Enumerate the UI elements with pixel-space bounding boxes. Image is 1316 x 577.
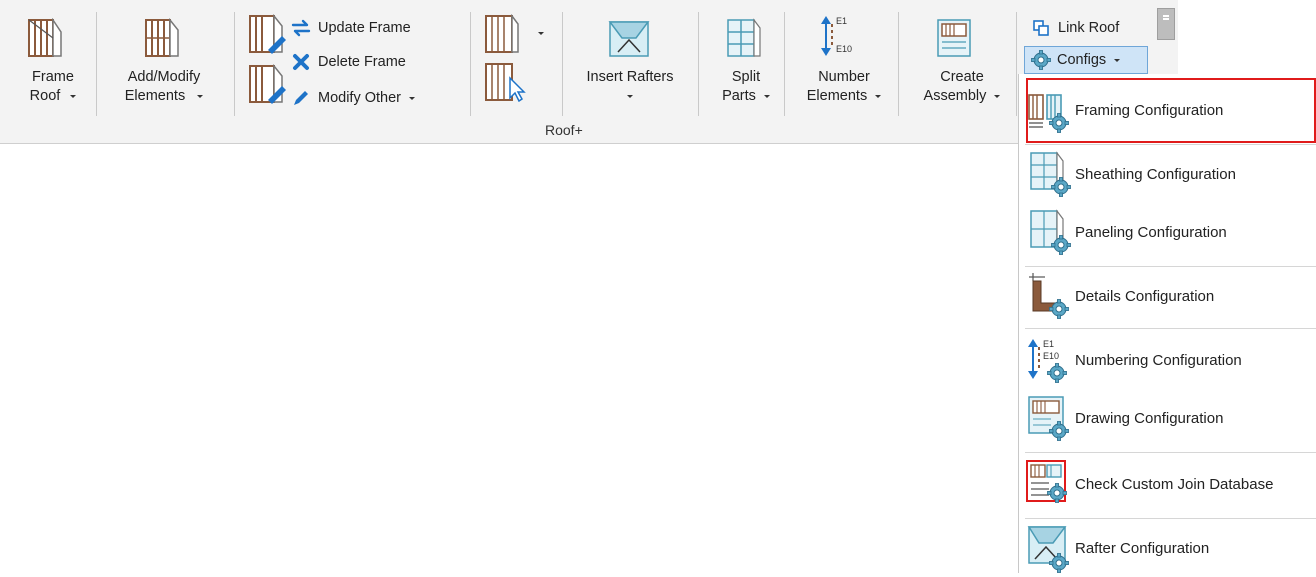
modify-frame-large-icon <box>249 64 286 104</box>
split-parts-label-2: Parts <box>722 88 756 104</box>
sheathing-configuration-label: Sheathing Configuration <box>1075 165 1236 183</box>
separator <box>470 12 471 116</box>
check-custom-join-database-label: Check Custom Join Database <box>1075 475 1274 493</box>
gear-icon <box>1031 50 1051 70</box>
update-frame-label: Update Frame <box>318 20 411 36</box>
ribbon: Frame Roof Add/Modify Elements Update Fr… <box>0 0 1178 144</box>
link-roof-button[interactable]: Link Roof <box>1030 16 1119 40</box>
chevron-down-icon <box>409 96 415 100</box>
chevron-down-icon <box>875 94 882 98</box>
join-database-icon <box>1025 459 1075 509</box>
drawing-config-icon <box>1025 393 1075 443</box>
frame-roof-button[interactable]: Frame Roof <box>18 10 88 120</box>
link-roof-label: Link Roof <box>1058 20 1120 36</box>
menu-separator <box>1025 328 1316 329</box>
number-icon-top: E1 <box>836 16 847 26</box>
drawing-configuration-item[interactable]: Drawing Configuration <box>1025 392 1313 444</box>
delete-frame-label: Delete Frame <box>318 54 406 70</box>
add-modify-label-1: Add/Modify <box>127 69 201 85</box>
insert-rafters-icon <box>608 21 650 57</box>
update-frame-large-icon <box>249 14 286 54</box>
link-roof-icon <box>1030 17 1052 39</box>
insert-rafters-label: Insert Rafters <box>586 69 674 85</box>
create-assembly-label-2: Assembly <box>923 88 987 104</box>
add-modify-elements-icon <box>145 18 179 57</box>
update-frame-button[interactable]: Update Frame <box>290 16 411 40</box>
numbering-config-icon: E1 E10 <box>1025 335 1075 385</box>
configs-label: Configs <box>1057 52 1107 68</box>
split-parts-icon <box>727 18 761 57</box>
separator <box>1016 12 1017 116</box>
numbering-configuration-label: Numbering Configuration <box>1075 351 1242 369</box>
separator <box>784 12 785 116</box>
frame-roof-icon <box>28 18 62 57</box>
insert-rafters-button[interactable]: Insert Rafters <box>572 10 688 120</box>
menu-separator <box>1025 452 1316 453</box>
frame-elements-dropdown[interactable] <box>482 14 546 54</box>
configs-dropdown-button[interactable]: Configs <box>1024 46 1148 74</box>
chevron-down-icon <box>70 94 77 98</box>
modify-other-button[interactable]: Modify Other <box>290 86 415 110</box>
configs-dropdown-menu: Framing Configuration Sheathing Configur… <box>1018 74 1316 573</box>
create-assembly-label-1: Create <box>940 69 984 85</box>
separator <box>234 12 235 116</box>
drawing-configuration-label: Drawing Configuration <box>1075 409 1224 427</box>
separator <box>562 12 563 116</box>
number-icon-bottom: E10 <box>836 44 852 54</box>
modify-other-label: Modify Other <box>318 90 401 106</box>
menu-separator <box>1025 266 1316 267</box>
select-frame-button[interactable] <box>482 62 532 104</box>
frame-roof-label-2: Roof <box>29 88 61 104</box>
select-frame-icon <box>485 63 526 102</box>
chevron-down-icon <box>627 94 633 98</box>
ribbon-group-label: Roof+ <box>545 122 583 138</box>
numbering-icon-bottom: E10 <box>1043 351 1059 361</box>
separator <box>96 12 97 116</box>
split-parts-label-1: Split <box>731 69 761 85</box>
details-configuration-label: Details Configuration <box>1075 287 1215 305</box>
create-assembly-button[interactable]: Create Assembly <box>912 10 1012 120</box>
number-elements-icon: E1 E10 <box>821 16 852 56</box>
chevron-down-icon <box>197 94 204 98</box>
sync-arrows-icon <box>290 17 312 39</box>
chevron-down-icon <box>763 94 770 98</box>
sheathing-config-icon <box>1025 149 1075 199</box>
chevron-down-icon <box>1114 58 1121 62</box>
numbering-configuration-item[interactable]: E1 E10 Numbering Configuration <box>1025 334 1313 386</box>
frame-roof-label-1: Frame <box>32 69 74 85</box>
create-assembly-icon <box>937 19 971 57</box>
sheathing-configuration-item[interactable]: Sheathing Configuration <box>1025 148 1313 200</box>
paneling-configuration-item[interactable]: Paneling Configuration <box>1025 206 1313 258</box>
menu-separator <box>1025 144 1316 145</box>
details-configuration-item[interactable]: Details Configuration <box>1025 270 1313 322</box>
highlight-box <box>1026 78 1316 143</box>
rafter-configuration-label: Rafter Configuration <box>1075 539 1210 557</box>
menu-separator <box>1025 518 1316 519</box>
add-modify-label-2: Elements <box>124 88 186 104</box>
number-elements-label-1: Number <box>818 69 870 85</box>
pencil-icon <box>290 87 312 109</box>
chevron-down-icon <box>994 94 1001 98</box>
rafter-config-icon <box>1025 523 1075 573</box>
ribbon-scroll-tab[interactable] <box>1157 8 1175 40</box>
split-parts-button[interactable]: Split Parts <box>708 10 784 120</box>
paneling-configuration-label: Paneling Configuration <box>1075 223 1227 241</box>
details-config-icon <box>1025 271 1075 321</box>
numbering-icon-top: E1 <box>1043 339 1054 349</box>
check-custom-join-database-item[interactable]: Check Custom Join Database <box>1025 458 1313 510</box>
rafter-configuration-item[interactable]: Rafter Configuration <box>1025 522 1313 574</box>
paneling-config-icon <box>1025 207 1075 257</box>
separator <box>898 12 899 116</box>
delete-x-icon <box>290 51 312 73</box>
separator <box>698 12 699 116</box>
chevron-down-icon <box>538 32 544 35</box>
wall-frame-icon <box>485 14 519 53</box>
add-modify-elements-button[interactable]: Add/Modify Elements <box>104 10 224 120</box>
number-elements-button[interactable]: E1 E10 Number Elements <box>796 10 892 120</box>
delete-frame-button[interactable]: Delete Frame <box>290 50 406 74</box>
number-elements-label-2: Elements <box>806 88 868 104</box>
